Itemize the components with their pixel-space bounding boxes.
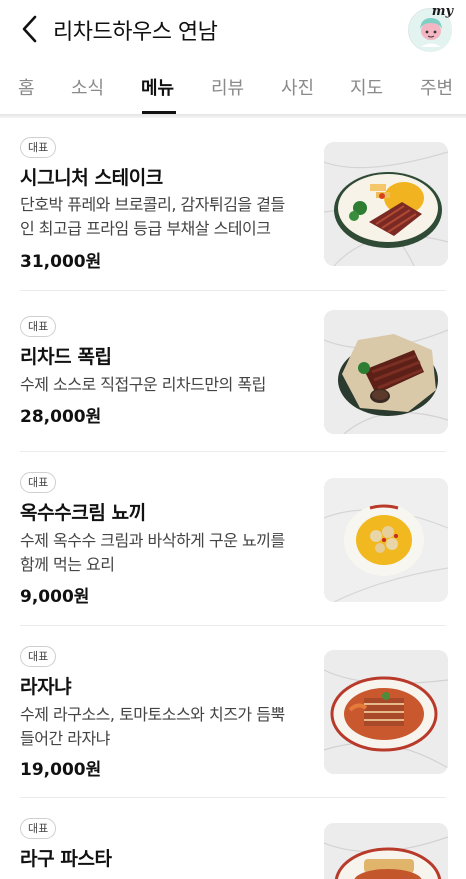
menu-item-name: 라구 파스타 [20,848,112,870]
tab-reviews[interactable]: 리뷰 [211,74,244,100]
tab-menu[interactable]: 메뉴 [141,74,174,100]
tab-divider [0,114,466,118]
menu-item-description: 단호박 퓨레와 브로콜리, 감자튀김을 곁들 인 최고급 프라임 등급 부채살 … [20,193,310,241]
tab-home[interactable]: 홈 [18,74,35,100]
ragu-pasta-image[interactable] [324,823,448,879]
gnocchi-image[interactable] [324,478,448,602]
menu-item-price: 19,000원 [20,760,102,780]
description-line: 들어간 라자냐 [20,729,110,748]
item-divider [20,451,446,452]
menu-item-description: 수제 소스로 직접구운 리차드만의 폭립 [20,373,310,397]
pork-ribs-image[interactable] [324,310,448,434]
tab-nearby[interactable]: 주변 [420,74,453,100]
tab-bar: 홈 소식 메뉴 리뷰 사진 지도 주변 [0,60,466,114]
chevron-left-icon [22,15,37,43]
description-line: 수제 라구소스, 토마토소스와 치즈가 듬뿍 [20,705,285,724]
back-button[interactable] [14,12,44,46]
description-line: 함께 먹는 요리 [20,555,115,574]
signature-badge: 대표 [20,472,57,493]
item-divider [20,290,446,291]
menu-item-price: 28,000원 [20,407,102,427]
signature-badge: 대표 [20,137,57,158]
menu-item-name: 리차드 폭립 [20,346,112,368]
signature-badge: 대표 [20,316,57,337]
item-divider [20,625,446,626]
tab-photos[interactable]: 사진 [281,74,314,100]
menu-item-price: 9,000원 [20,587,90,607]
my-label: my [431,4,453,19]
tab-news[interactable]: 소식 [71,74,104,100]
description-line: 수제 옥수수 크림과 바삭하게 구운 뇨끼를 [20,531,285,550]
steak-dish-image[interactable] [324,142,448,266]
menu-item-description: 수제 옥수수 크림과 바삭하게 구운 뇨끼를 함께 먹는 요리 [20,529,310,577]
signature-badge: 대표 [20,818,57,839]
menu-item-price: 31,000원 [20,252,102,272]
app-header: 리차드하우스 연남 my [0,0,466,58]
item-divider [20,797,446,798]
lasagna-image[interactable] [324,650,448,774]
menu-item-name: 시그니처 스테이크 [20,167,163,189]
description-line: 단호박 퓨레와 브로콜리, 감자튀김을 곁들 [20,195,285,214]
menu-item-description: 수제 라구소스, 토마토소스와 치즈가 듬뿍 들어간 라자냐 [20,703,310,751]
signature-badge: 대표 [20,646,57,667]
tab-map[interactable]: 지도 [350,74,383,100]
page-title: 리차드하우스 연남 [53,20,218,45]
description-line: 수제 소스로 직접구운 리차드만의 폭립 [20,375,266,394]
my-profile-button[interactable]: my [408,4,453,52]
menu-item-name: 라자냐 [20,676,72,698]
menu-item-name: 옥수수크림 뇨끼 [20,502,146,524]
description-line: 인 최고급 프라임 등급 부채살 스테이크 [20,219,271,238]
